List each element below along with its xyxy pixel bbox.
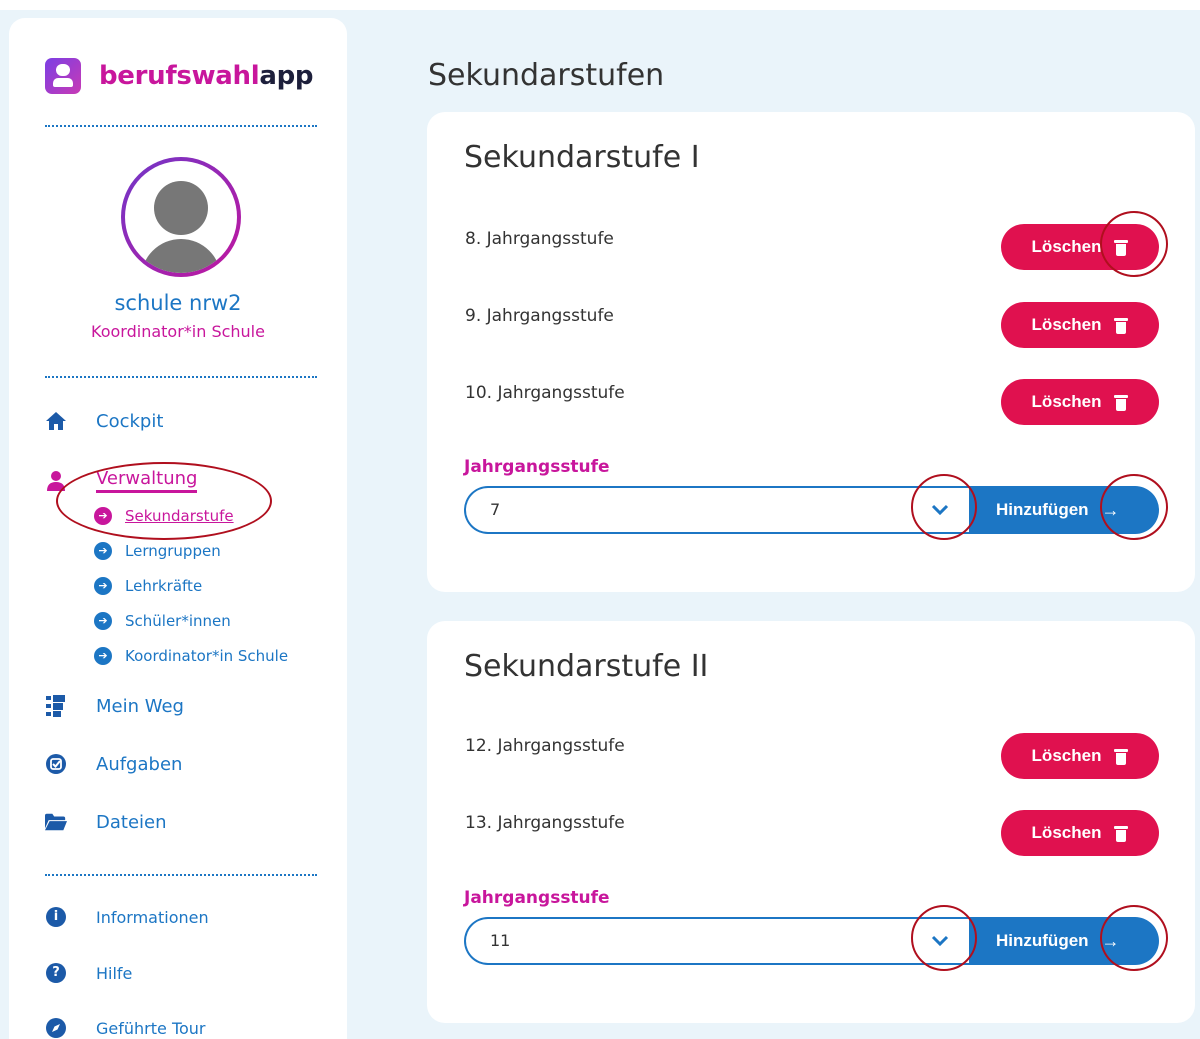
top-strip xyxy=(0,0,1200,10)
sub-item-lerngruppen[interactable]: ➔ Lerngruppen xyxy=(94,542,221,560)
page-title: Sekundarstufen xyxy=(428,58,665,93)
delete-label: Löschen xyxy=(1031,823,1102,842)
grade-row-label: 9. Jahrgangsstufe xyxy=(465,306,614,326)
add-label: Hinzufügen xyxy=(996,931,1089,950)
section-card-sek2: Sekundarstufe II 12. Jahrgangsstufe Lösc… xyxy=(427,621,1195,1023)
delete-label: Löschen xyxy=(1031,237,1102,256)
user-name: schule nrw2 xyxy=(114,291,242,315)
brand-logo[interactable]: berufswahlapp xyxy=(45,58,314,94)
sub-label: Koordinator*in Schule xyxy=(125,647,289,665)
nav-item-mein-weg[interactable]: Mein Weg xyxy=(45,695,184,717)
grade-row-label: 8. Jahrgangsstufe xyxy=(465,229,614,249)
delete-button[interactable]: Löschen xyxy=(1001,733,1159,779)
nav-label: Cockpit xyxy=(96,410,164,432)
section-title: Sekundarstufe I xyxy=(464,140,700,175)
grade-row-label: 10. Jahrgangsstufe xyxy=(465,383,625,403)
divider xyxy=(45,125,317,127)
annotation-circle xyxy=(1100,474,1168,540)
add-label: Hinzufügen xyxy=(996,500,1089,519)
grade-select[interactable]: 7 xyxy=(464,486,969,534)
sub-label: Lerngruppen xyxy=(125,542,221,560)
trash-icon xyxy=(1114,825,1129,842)
trash-icon xyxy=(1114,394,1129,411)
nav-item-aufgaben[interactable]: Aufgaben xyxy=(45,753,182,775)
nav-label: Dateien xyxy=(96,811,167,833)
divider xyxy=(45,874,317,876)
nav-label: Geführte Tour xyxy=(96,1018,206,1038)
field-label: Jahrgangsstufe xyxy=(464,457,610,477)
delete-button[interactable]: Löschen xyxy=(1001,810,1159,856)
nav-label: Informationen xyxy=(96,907,209,927)
nav-item-tour[interactable]: Geführte Tour xyxy=(45,1017,206,1039)
question-icon: ? xyxy=(46,963,66,983)
nav-item-cockpit[interactable]: Cockpit xyxy=(45,410,163,432)
grade-row-label: 12. Jahrgangsstufe xyxy=(465,736,625,756)
trash-icon xyxy=(1114,748,1129,765)
delete-button[interactable]: Löschen xyxy=(1001,302,1159,348)
select-value: 11 xyxy=(490,931,511,950)
sub-item-koordinator[interactable]: ➔ Koordinator*in Schule xyxy=(94,647,288,665)
annotation-circle xyxy=(911,905,977,971)
grade-row-label: 13. Jahrgangsstufe xyxy=(465,813,625,833)
delete-button[interactable]: Löschen xyxy=(1001,379,1159,425)
arrow-circle-icon: ➔ xyxy=(94,612,112,630)
grade-select[interactable]: 11 xyxy=(464,917,969,965)
divider xyxy=(45,376,317,378)
arrow-circle-icon: ➔ xyxy=(94,647,112,665)
delete-label: Löschen xyxy=(1031,746,1102,765)
delete-label: Löschen xyxy=(1031,315,1102,334)
logo-mark-icon xyxy=(45,58,81,94)
folder-icon xyxy=(45,811,67,833)
info-icon-wrap: i xyxy=(45,906,67,928)
nav-label: Aufgaben xyxy=(96,753,183,775)
field-label: Jahrgangsstufe xyxy=(464,888,610,908)
user-role: Koordinator*in Schule xyxy=(91,322,265,341)
nav-item-informationen[interactable]: i Informationen xyxy=(45,906,209,928)
info-icon: i xyxy=(46,907,66,927)
question-icon-wrap: ? xyxy=(45,962,67,984)
brand-name: berufswahlapp xyxy=(99,61,314,91)
sub-item-schueler[interactable]: ➔ Schüler*innen xyxy=(94,612,231,630)
sub-item-lehrkraefte[interactable]: ➔ Lehrkräfte xyxy=(94,577,202,595)
compass-icon xyxy=(45,1017,67,1039)
nav-label: Hilfe xyxy=(96,963,133,983)
select-value: 7 xyxy=(490,500,501,519)
delete-label: Löschen xyxy=(1031,392,1102,411)
home-icon xyxy=(45,410,67,432)
avatar-placeholder-icon xyxy=(125,161,237,273)
brand-name-part2: app xyxy=(259,61,314,91)
nav-label: Mein Weg xyxy=(96,695,184,717)
trash-icon xyxy=(1114,317,1129,334)
brand-name-part1: berufswahl xyxy=(99,61,260,91)
annotation-ellipse xyxy=(56,462,272,540)
list-icon xyxy=(45,695,67,717)
section-title: Sekundarstufe II xyxy=(464,649,709,684)
section-card-sek1: Sekundarstufe I 8. Jahrgangsstufe Lösche… xyxy=(427,112,1195,592)
arrow-circle-icon: ➔ xyxy=(94,542,112,560)
annotation-circle xyxy=(911,474,977,540)
nav-item-dateien[interactable]: Dateien xyxy=(45,811,167,833)
annotation-circle xyxy=(1100,905,1168,971)
avatar[interactable] xyxy=(121,157,241,277)
arrow-circle-icon: ➔ xyxy=(94,577,112,595)
check-circle-icon xyxy=(45,753,67,775)
sub-label: Lehrkräfte xyxy=(125,577,203,595)
annotation-circle xyxy=(1100,211,1168,277)
nav-item-hilfe[interactable]: ? Hilfe xyxy=(45,962,132,984)
sub-label: Schüler*innen xyxy=(125,612,231,630)
